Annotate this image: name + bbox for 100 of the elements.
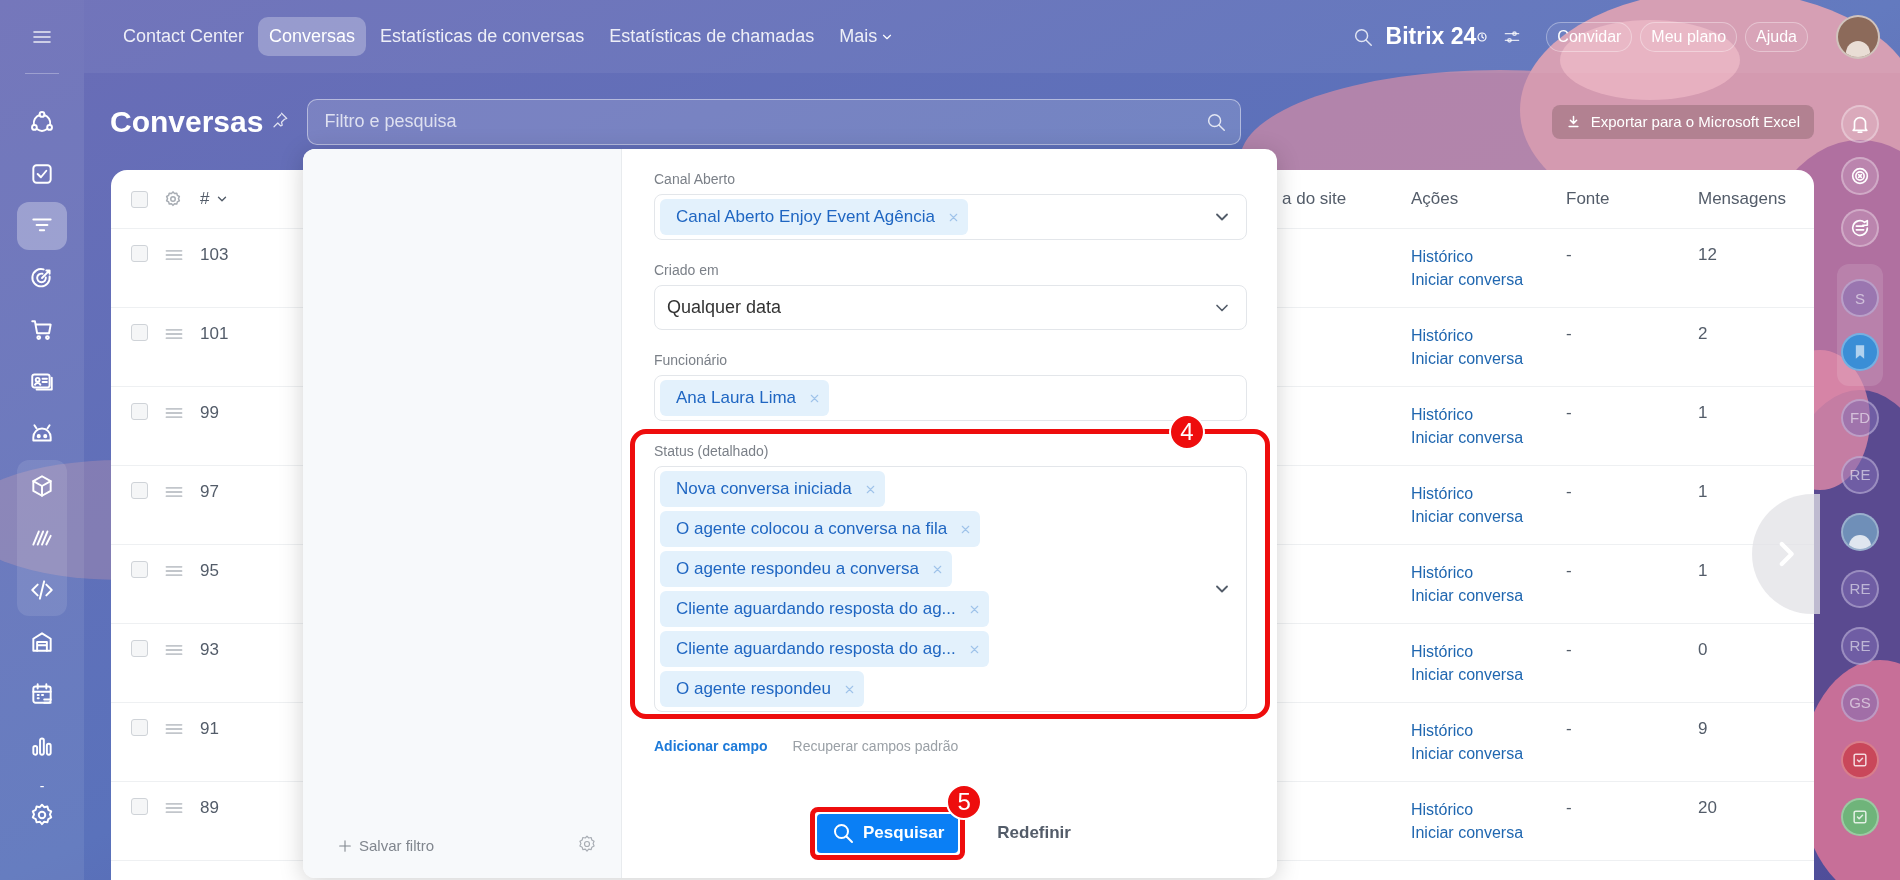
checkbox[interactable] <box>131 561 148 578</box>
pin-icon[interactable] <box>271 110 290 129</box>
column-header[interactable]: # <box>200 189 230 209</box>
action-link[interactable]: Iniciar conversa <box>1411 426 1524 449</box>
select-field[interactable]: Qualquer data <box>654 285 1247 330</box>
action-link[interactable]: Histórico <box>1411 324 1474 347</box>
table-cell: 12 <box>1698 245 1717 265</box>
column-header[interactable]: a do site <box>1282 189 1347 209</box>
settings-icon[interactable] <box>164 190 182 208</box>
tag: Nova conversa iniciada <box>660 471 885 507</box>
step-badge: 5 <box>946 783 983 820</box>
table-cell: 1 <box>1698 403 1708 423</box>
table-cell: 1 <box>1698 482 1708 502</box>
table-cell: 95 <box>200 561 219 581</box>
action-link[interactable]: Histórico <box>1411 719 1474 742</box>
checkbox[interactable] <box>131 190 148 208</box>
checkbox[interactable] <box>131 324 148 341</box>
cart-icon <box>29 317 55 343</box>
search-icon <box>831 821 855 845</box>
table-cell: - <box>1566 403 1572 423</box>
field-label: Funcionário <box>654 352 729 368</box>
tag: O agente respondeu <box>660 671 864 707</box>
add-field-link[interactable]: Adicionar campo <box>654 738 768 754</box>
tag-select-field[interactable]: Ana Laura Lima <box>654 375 1247 421</box>
clock-icon <box>1476 30 1489 43</box>
logo: Bitrix 24 <box>1385 23 1477 50</box>
tag-select-field[interactable]: Canal Aberto Enjoy Event Agência <box>654 194 1247 240</box>
action-link[interactable]: Histórico <box>1411 482 1474 505</box>
table-cell: 97 <box>200 482 219 502</box>
search-field[interactable]: Filtro e pesquisa <box>307 98 1242 145</box>
network-icon <box>29 109 55 135</box>
more-menu[interactable]: Mais <box>828 17 906 56</box>
action-link[interactable]: Histórico <box>1411 798 1474 821</box>
table-cell: - <box>1566 482 1572 502</box>
cube-icon <box>29 473 55 499</box>
search-button[interactable]: Pesquisar <box>817 813 959 853</box>
checkbox[interactable] <box>131 798 148 815</box>
column-header[interactable]: Mensagens <box>1698 189 1786 209</box>
export-button[interactable]: Exportar para o Microsoft Excel <box>1551 104 1814 139</box>
table-cell: 0 <box>1698 640 1708 660</box>
table-cell: 9 <box>1698 719 1708 739</box>
checkbox[interactable] <box>131 719 148 736</box>
warehouse-icon <box>29 629 55 655</box>
table-cell: - <box>1566 324 1572 344</box>
tag: O agente colocou a conversa na fila <box>660 511 981 547</box>
table-cell: 101 <box>200 324 229 344</box>
table-cell: - <box>1566 798 1572 818</box>
action-link[interactable]: Histórico <box>1411 640 1474 663</box>
action-link[interactable]: Iniciar conversa <box>1411 663 1524 686</box>
action-link[interactable]: Histórico <box>1411 561 1474 584</box>
step-badge: 4 <box>1169 414 1205 450</box>
tag: Canal Aberto Enjoy Event Agência <box>660 199 968 235</box>
table-cell: - <box>1566 719 1572 739</box>
tag: O agente respondeu a conversa <box>660 551 952 587</box>
download-icon <box>1565 114 1581 129</box>
nav-tab[interactable]: Estatísticas de chamadas <box>598 17 826 56</box>
checkbox[interactable] <box>131 403 148 420</box>
nav-tab[interactable]: Contact Center <box>112 17 256 56</box>
table-cell: 1 <box>1698 561 1708 581</box>
table-cell: 2 <box>1698 324 1708 344</box>
checkbox[interactable] <box>131 640 148 657</box>
table-cell: 91 <box>200 719 219 739</box>
calendar-icon <box>29 681 55 707</box>
settings-icon[interactable] <box>577 834 597 854</box>
action-link[interactable]: Histórico <box>1411 403 1474 426</box>
checkbox-icon <box>29 161 55 187</box>
table-cell: 99 <box>200 403 219 423</box>
tag: Cliente aguardando resposta do ag... <box>660 631 989 667</box>
column-header[interactable]: Ações <box>1411 189 1459 209</box>
sidebar-item[interactable] <box>17 202 67 250</box>
tag: Cliente aguardando resposta do ag... <box>660 591 989 627</box>
checkbox[interactable] <box>131 482 148 499</box>
plus-icon <box>337 837 353 854</box>
reset-button[interactable]: Redefinir <box>991 822 1077 844</box>
action-link[interactable]: Iniciar conversa <box>1411 505 1524 528</box>
code-icon <box>29 577 55 603</box>
settings-icon[interactable] <box>29 802 55 828</box>
page-title: Conversas <box>110 104 264 139</box>
table-cell: 103 <box>200 245 229 265</box>
field-label: Criado em <box>654 262 720 278</box>
action-link[interactable]: Iniciar conversa <box>1411 347 1524 370</box>
action-link[interactable]: Iniciar conversa <box>1411 268 1524 291</box>
tag: Ana Laura Lima <box>660 380 830 416</box>
column-header[interactable]: Fonte <box>1566 189 1610 209</box>
action-link[interactable]: Iniciar conversa <box>1411 742 1524 765</box>
nav-tab[interactable]: Estatísticas de conversas <box>369 17 596 56</box>
chat-arrows-icon <box>1849 217 1871 239</box>
spiral-icon <box>1849 165 1871 187</box>
tag-select-field[interactable]: Nova conversa iniciada O agente colocou a conversa na fila O agente respondeu a conversa Cliente aguardando resposta do ag... Cliente aguardando resposta do ag... O agente respondeu <box>654 466 1247 712</box>
table-cell: - <box>1566 561 1572 581</box>
table-cell: - <box>1566 245 1572 265</box>
action-link[interactable]: Iniciar conversa <box>1411 584 1524 607</box>
save-filter-link[interactable]: Salvar filtro <box>337 837 435 854</box>
field-label: Status (detalhado) <box>654 443 770 459</box>
checkbox[interactable] <box>131 245 148 262</box>
table-cell: - <box>1566 640 1572 660</box>
action-link[interactable]: Iniciar conversa <box>1411 821 1524 844</box>
action-link[interactable]: Histórico <box>1411 245 1474 268</box>
table-cell: 20 <box>1698 798 1717 818</box>
sidebar-label: - <box>39 778 45 794</box>
